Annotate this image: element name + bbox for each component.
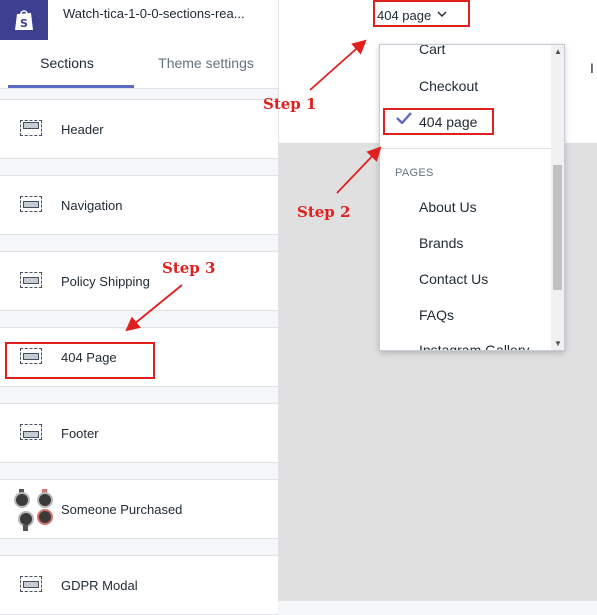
preview-cut-text: I [590,60,594,76]
section-item-label: Policy Shipping [61,273,150,289]
section-item-label: Footer [61,425,99,441]
scrollbar-thumb[interactable] [553,165,562,290]
tab-sections[interactable]: Sections [0,40,134,86]
scroll-down-icon[interactable]: ▼ [554,339,562,348]
tab-theme-settings[interactable]: Theme settings [134,40,278,86]
dropdown-group-heading: PAGES [395,167,434,179]
section-item-navigation[interactable]: Navigation [0,175,278,235]
dropdown-item-brands[interactable]: Brands [419,235,463,251]
section-item-label: GDPR Modal [61,577,138,593]
dropdown-item-instagram-gallery[interactable]: Instagram Gallery [419,342,529,350]
section-footer-icon [20,424,44,442]
dropdown-item-about-us[interactable]: About Us [419,199,477,215]
divider [278,0,279,40]
scroll-up-icon[interactable]: ▲ [554,47,562,56]
dropdown-scrollbar[interactable]: ▲ ▼ [551,45,564,350]
watches-thumbnail [14,489,53,531]
chevron-down-icon [437,10,447,21]
shopify-logo[interactable]: S [0,0,48,40]
shopify-bag-icon: S [15,10,33,30]
page-selector-label: 404 page [377,7,432,23]
step-3-label: Step 3 [162,259,216,277]
section-item-footer[interactable]: Footer [0,403,278,463]
svg-text:S: S [20,17,28,30]
section-item-404-page[interactable]: 404 Page [0,327,278,387]
section-item-label: Header [61,121,104,137]
dropdown-item-404-page[interactable]: 404 page [419,114,477,130]
sidebar-tabs: Sections Theme settings [0,40,278,89]
checkmark-icon [396,111,412,128]
section-icon [20,348,44,366]
section-icon [20,272,44,290]
sidebar: Sections Theme settings Header Navigatio… [0,40,279,615]
active-tab-indicator [8,85,134,88]
dropdown-item-cart[interactable]: Cart [419,45,445,57]
top-bar: S Watch-tica-1-0-0-sections-rea... 404 p… [0,0,597,41]
dropdown-divider [380,148,552,149]
section-item-header[interactable]: Header [0,99,278,159]
section-item-someone-purchased[interactable]: Someone Purchased [0,479,278,539]
page-selector-dropdown[interactable]: 404 page [377,2,447,28]
step-2-label: Step 2 [297,203,351,221]
section-icon [20,196,44,214]
section-icon [20,576,44,594]
section-item-label: Navigation [61,197,123,213]
dropdown-item-checkout[interactable]: Checkout [419,78,478,94]
theme-name: Watch-tica-1-0-0-sections-rea... [63,6,245,21]
dropdown-item-faqs[interactable]: FAQs [419,307,454,323]
section-item-label: Someone Purchased [61,501,183,517]
section-item-label: 404 Page [61,349,117,365]
section-header-icon [20,120,44,138]
section-item-policy-shipping[interactable]: Policy Shipping [0,251,278,311]
step-1-label: Step 1 [263,95,317,113]
section-item-gdpr-modal[interactable]: GDPR Modal [0,555,278,615]
dropdown-item-contact-us[interactable]: Contact Us [419,271,488,287]
page-dropdown-menu[interactable]: Cart Checkout 404 page PAGES About Us Br… [379,44,565,351]
